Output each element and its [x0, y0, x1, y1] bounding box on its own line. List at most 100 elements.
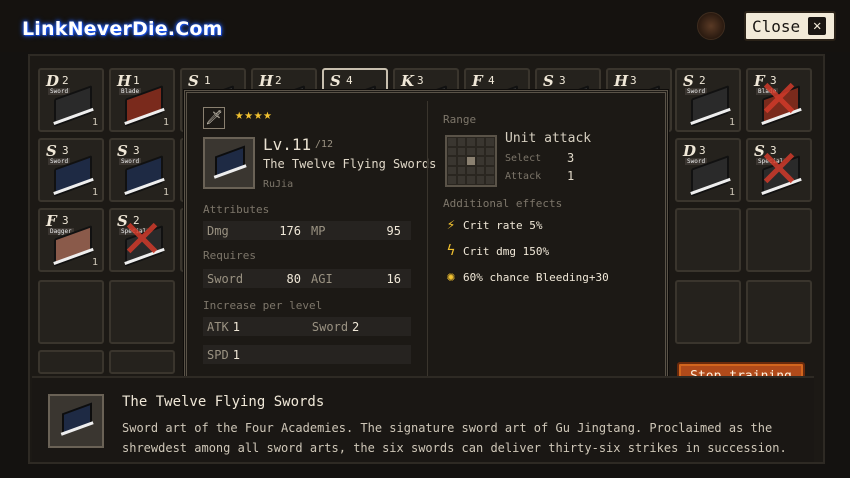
effect-bleeding: ✺ 60% chance Bleeding+30 [443, 269, 609, 285]
empty-slot[interactable] [109, 350, 175, 374]
top-bar: LinkNeverDie.Com Close ✕ [0, 0, 850, 52]
x-icon: ✕ [808, 17, 827, 35]
sword-type-icon: 🗡 [203, 107, 225, 129]
slot-quantity: 1 [91, 187, 98, 198]
slot-count: 4 [346, 74, 353, 87]
range-grid-icon [445, 135, 497, 187]
slot-grade: S [188, 72, 199, 90]
requires-label: Requires [203, 249, 256, 262]
slot-count: 2 [275, 74, 282, 87]
inc-spd-key: SPD [207, 347, 229, 362]
slot-count: 3 [630, 74, 637, 87]
emblem-icon [697, 12, 725, 40]
skill-level-max: /12 [315, 139, 334, 150]
slot-quantity: 1 [162, 117, 169, 128]
slot-quantity: 1 [728, 117, 735, 128]
skill-sect: RuJia [263, 179, 294, 190]
slot-grade: F [472, 72, 483, 90]
skill-book-icon [203, 137, 255, 189]
stat-mp: MP 95 [307, 221, 411, 240]
description-title: The Twelve Flying Swords [122, 394, 325, 410]
skill-detail-popup: 🗡 ★★★★ Lv.11 /12 The Twelve Flying Sword… [184, 90, 668, 386]
effects-label: Additional effects [443, 197, 563, 210]
increase-label: Increase per level [203, 299, 323, 312]
inc-sword-key: Sword [311, 319, 349, 334]
slot-count: 2 [699, 74, 706, 87]
slot-quantity: 1 [91, 117, 98, 128]
inventory-slot[interactable]: S 3 Special ✕ [746, 138, 812, 202]
inventory-slot[interactable]: S 2 Special ✕ [109, 208, 175, 272]
cross-mark-icon: ✕ [757, 140, 801, 200]
burst-icon: ✺ [446, 269, 456, 285]
stat-mp-key: MP [311, 223, 326, 238]
req-sword-key: Sword [207, 271, 244, 286]
inventory-slot[interactable]: D 2 Sword 1 [38, 68, 104, 132]
inventory-slot[interactable]: F 3 Blade ✕ [746, 68, 812, 132]
req-agi-key: AGI [311, 271, 333, 286]
inc-spd-value: 1 [232, 347, 240, 362]
slot-count: 1 [133, 74, 140, 87]
slot-count: 2 [62, 74, 69, 87]
slot-grade: S [330, 72, 341, 90]
inc-sword-value: 2 [352, 319, 360, 334]
skill-book-icon [48, 394, 104, 448]
empty-slot[interactable] [746, 280, 812, 344]
effect-text: Crit rate 5% [463, 218, 543, 232]
stat-dmg-key: Dmg [207, 223, 229, 238]
slot-count: 4 [488, 74, 495, 87]
empty-slot[interactable] [746, 208, 812, 272]
inventory-slot[interactable]: H 1 Blade 1 [109, 68, 175, 132]
inventory-slot[interactable]: S 2 Sword 1 [675, 68, 741, 132]
slot-count: 3 [417, 74, 424, 87]
skill-name: The Twelve Flying Swords [263, 157, 437, 171]
slot-count: 3 [62, 214, 69, 227]
cross-mark-icon: ✕ [757, 70, 801, 130]
inc-row-2: SPD 1 [203, 345, 411, 364]
select-key: Select [505, 153, 542, 164]
skill-level: Lv.11 [263, 135, 312, 154]
req-agi: AGI 16 [307, 269, 411, 288]
req-sword: Sword 80 [203, 269, 307, 288]
slot-count: 3 [559, 74, 566, 87]
inventory-slot[interactable]: D 3 Sword 1 [675, 138, 741, 202]
close-label: Close [752, 16, 801, 36]
attributes-label: Attributes [203, 203, 270, 216]
description-panel: The Twelve Flying Swords Sword art of th… [32, 376, 814, 462]
lightning-icon: ϟ [446, 243, 456, 259]
slot-grade: H [614, 72, 629, 90]
empty-slot[interactable] [38, 280, 104, 344]
stat-dmg: Dmg 176 [203, 221, 307, 240]
empty-slot[interactable] [675, 208, 741, 272]
effect-crit-dmg: ϟ Crit dmg 150% [443, 243, 549, 259]
watermark: LinkNeverDie.Com [22, 18, 223, 40]
empty-slot[interactable] [675, 280, 741, 344]
inventory-slot[interactable]: S 3 Sword 1 [109, 138, 175, 202]
inc-atk-value: 1 [232, 319, 240, 334]
slot-grade: K [401, 72, 415, 90]
inventory-slot[interactable]: S 3 Sword 1 [38, 138, 104, 202]
inc-row-1: ATK 1 Sword 2 [203, 317, 411, 336]
select-value: 3 [567, 151, 575, 165]
attack-key: Attack [505, 171, 542, 182]
stat-mp-value: 95 [386, 223, 401, 238]
rating-stars: ★★★★ [235, 107, 273, 123]
slot-count: 1 [204, 74, 211, 87]
slot-count: 3 [133, 144, 140, 157]
slot-grade: H [259, 72, 274, 90]
req-sword-value: 80 [286, 271, 301, 286]
empty-slot[interactable] [38, 350, 104, 374]
effect-text: 60% chance Bleeding+30 [463, 270, 609, 284]
slot-quantity: 1 [91, 257, 98, 268]
slot-grade: S [543, 72, 554, 90]
description-text: Sword art of the Four Academies. The sig… [122, 421, 787, 455]
close-button[interactable]: Close ✕ [744, 11, 836, 41]
lightning-circle-icon: ⚡ [446, 217, 456, 233]
cross-mark-icon: ✕ [120, 210, 164, 270]
slot-quantity: 1 [162, 187, 169, 198]
divider [427, 101, 428, 377]
empty-slot[interactable] [109, 280, 175, 344]
slot-count: 3 [62, 144, 69, 157]
range-type: Unit attack [505, 131, 592, 146]
inc-atk-key: ATK [207, 319, 229, 334]
inventory-slot[interactable]: F 3 Dagger 1 [38, 208, 104, 272]
